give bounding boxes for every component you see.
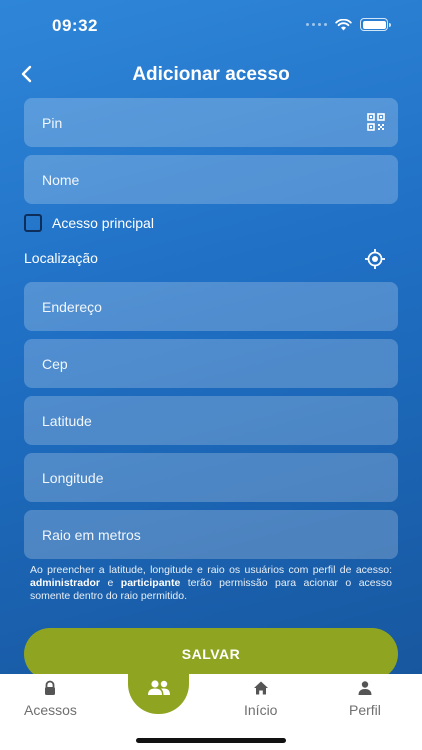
localizacao-label: Localização (24, 250, 98, 266)
longitude-placeholder: Longitude (42, 469, 104, 486)
header: Adicionar acesso (0, 56, 422, 92)
lock-icon (45, 680, 56, 695)
tab-users[interactable] (128, 650, 189, 714)
status-icons (306, 18, 391, 31)
page-title: Adicionar acesso (132, 64, 290, 85)
signal-icon (306, 23, 327, 26)
endereco-input[interactable]: Endereço (24, 282, 398, 331)
cep-input[interactable]: Cep (24, 339, 398, 388)
wifi-icon (335, 18, 352, 30)
person-icon (358, 681, 372, 695)
status-bar: 09:32 (0, 0, 422, 50)
cep-placeholder: Cep (42, 355, 68, 372)
nome-input[interactable]: Nome (24, 155, 398, 204)
pin-placeholder: Pin (42, 114, 63, 131)
pin-input[interactable]: Pin (24, 98, 398, 147)
location-target-icon[interactable] (364, 248, 386, 270)
tab-perfil-label: Perfil (349, 702, 381, 718)
note-text-part1: Ao preencher a latitude, longitude e rai… (30, 564, 392, 576)
note-participant-role: participante (120, 577, 181, 589)
qr-code-icon[interactable] (366, 112, 386, 132)
location-help-text: Ao preencher a latitude, longitude e rai… (30, 564, 392, 603)
battery-icon (360, 18, 391, 31)
status-time: 09:32 (52, 16, 98, 35)
acesso-principal-label: Acesso principal (52, 215, 154, 231)
save-button[interactable]: SALVAR (24, 628, 398, 680)
note-admin-role: administrador (30, 577, 101, 589)
raio-placeholder: Raio em metros (42, 526, 141, 543)
nome-placeholder: Nome (42, 171, 80, 188)
home-indicator (136, 738, 286, 743)
acesso-principal-row[interactable]: Acesso principal (24, 214, 154, 232)
tab-inicio-label: Início (244, 702, 278, 718)
tab-acessos-label: Acessos (24, 702, 77, 718)
latitude-input[interactable]: Latitude (24, 396, 398, 445)
tab-perfil[interactable]: Perfil (349, 680, 381, 718)
home-icon (253, 681, 268, 695)
tab-acessos[interactable]: Acessos (24, 680, 77, 718)
users-group-icon (147, 680, 170, 695)
note-text-and: e (100, 577, 121, 589)
screen-background: 09:32 Adicionar acesso Pin Nome Acesso p… (0, 0, 422, 674)
tab-inicio[interactable]: Início (244, 680, 277, 718)
raio-input[interactable]: Raio em metros (24, 510, 398, 559)
endereco-placeholder: Endereço (42, 298, 102, 315)
longitude-input[interactable]: Longitude (24, 453, 398, 502)
acesso-principal-checkbox[interactable] (24, 214, 42, 232)
latitude-placeholder: Latitude (42, 412, 92, 429)
